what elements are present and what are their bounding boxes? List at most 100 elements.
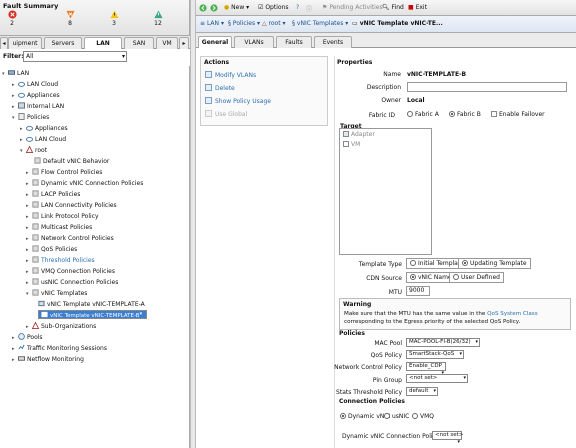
tree-item-lacp[interactable]: ▸ LACP Policies bbox=[26, 189, 80, 200]
new-button[interactable]: ● New ▾ bbox=[224, 4, 249, 11]
tree-item-multicast[interactable]: ▸ Multicast Policies bbox=[26, 222, 92, 233]
vmq-option[interactable]: VMQ bbox=[412, 413, 434, 420]
tree-item-link-protocol[interactable]: ▸ Link Protocol Policy bbox=[26, 211, 99, 222]
filter-select[interactable]: All ▾ bbox=[23, 51, 127, 62]
target-adapter[interactable]: Adapter bbox=[343, 131, 375, 138]
show-policy-usage-link[interactable]: Show Policy Usage bbox=[205, 97, 271, 105]
tree-item-pools[interactable]: ▸ Pools bbox=[12, 332, 43, 343]
breadcrumb-root[interactable]: △ root ▾ bbox=[262, 20, 286, 27]
tree-item-policy-lan-cloud[interactable]: ▸ LAN Cloud bbox=[20, 134, 66, 145]
tree-item-appliances[interactable]: ▸ Appliances bbox=[12, 90, 60, 101]
tree-item-threshold[interactable]: ▸ Threshold Policies bbox=[26, 255, 95, 266]
help-button[interactable]: ? bbox=[296, 4, 299, 11]
tab-faults[interactable]: Faults bbox=[276, 36, 312, 48]
tab-equipment[interactable]: uipment bbox=[8, 37, 42, 49]
pin-group-select[interactable]: <not set> bbox=[406, 374, 468, 383]
breadcrumb-policies[interactable]: § Policies ▾ bbox=[228, 20, 260, 27]
mac-pool-select[interactable]: MAC-POOL-FI-B(26/32) bbox=[406, 338, 480, 347]
fault-critical[interactable]: 2 bbox=[2, 10, 22, 27]
pending-activities-button[interactable]: ⚑ Pending Activities bbox=[322, 4, 383, 11]
tree-item-policies[interactable]: ▾ Policies bbox=[12, 112, 49, 123]
tree-item-template-b[interactable]: vNIC Template vNIC-TEMPLATE-B bbox=[38, 310, 148, 319]
exit-button[interactable]: ■ Exit bbox=[408, 4, 427, 11]
vmq-radio[interactable] bbox=[412, 413, 418, 419]
tree-item-lan-cloud[interactable]: ▸ LAN Cloud bbox=[12, 79, 58, 90]
tree-item-default-vnic[interactable]: Default vNIC Behavior bbox=[34, 156, 109, 167]
network-control-label: Network Control Policy bbox=[334, 364, 402, 371]
tree-item-network-control[interactable]: ▸ Network Control Policies bbox=[26, 233, 114, 244]
tab-servers[interactable]: Servers bbox=[44, 37, 82, 49]
tab-events[interactable]: Events bbox=[314, 36, 352, 48]
cloud-icon bbox=[26, 125, 33, 131]
tree-item-lan-connectivity[interactable]: ▸ LAN Connectivity Policies bbox=[26, 200, 117, 211]
back-icon[interactable] bbox=[199, 4, 207, 14]
enable-failover-checkbox[interactable] bbox=[491, 111, 497, 117]
tree-item-internal-lan[interactable]: ▸ Internal LAN bbox=[12, 101, 64, 112]
enable-failover-option[interactable]: Enable Failover bbox=[491, 111, 545, 118]
usnic-option[interactable]: usNIC bbox=[384, 413, 409, 420]
tree-item-root[interactable]: ▾ root bbox=[20, 145, 47, 156]
tree-item-dynamic-vnic[interactable]: ▸ Dynamic vNIC Connection Policies bbox=[26, 178, 143, 189]
tree-item-qos[interactable]: ▸ QoS Policies bbox=[26, 244, 77, 255]
tab-vm[interactable]: VM bbox=[156, 37, 178, 49]
tree-item-lan[interactable]: ▾ LAN bbox=[2, 68, 29, 79]
tab-san[interactable]: SAN bbox=[124, 37, 154, 49]
fault-major[interactable]: 8 bbox=[60, 10, 80, 27]
tree-item-template-a[interactable]: vNIC Template vNIC-TEMPLATE-A bbox=[38, 299, 145, 310]
description-input[interactable] bbox=[407, 82, 567, 92]
qos-system-class-link[interactable]: QoS System Class bbox=[487, 311, 538, 317]
tab-vlans[interactable]: VLANs bbox=[234, 36, 274, 48]
fabric-b-option[interactable]: Fabric B bbox=[449, 111, 481, 118]
mtu-input[interactable]: 9000 bbox=[406, 286, 430, 296]
dynamic-vnic-option[interactable]: Dynamic vNIC bbox=[340, 413, 390, 420]
target-vm[interactable]: VM bbox=[343, 141, 360, 148]
delete-link[interactable]: Delete bbox=[205, 84, 235, 92]
updating-template-option[interactable]: Updating Template bbox=[458, 258, 531, 269]
breadcrumb-vnic-templates[interactable]: § vNIC Templates ▾ bbox=[292, 20, 348, 27]
tree-item-traffic[interactable]: ▸ Traffic Monitoring Sessions bbox=[12, 343, 107, 354]
find-button[interactable]: 🔍︎ Find bbox=[382, 4, 404, 11]
fault-minor[interactable]: 3 bbox=[104, 10, 124, 27]
qos-policy-select[interactable]: SmartStack-QoS bbox=[406, 350, 464, 359]
tab-lan[interactable]: LAN bbox=[84, 37, 122, 49]
modify-vlans-link[interactable]: Modify VLANs bbox=[205, 71, 256, 79]
tree-item-sub-orgs[interactable]: ▸ Sub-Organizations bbox=[26, 321, 96, 332]
fabric-a-radio[interactable] bbox=[407, 111, 413, 117]
fabric-a-option[interactable]: Fabric A bbox=[407, 111, 439, 118]
user-defined-option[interactable]: User Defined bbox=[449, 272, 504, 283]
updating-template-radio[interactable] bbox=[462, 260, 468, 266]
fault-warning[interactable]: 12 bbox=[148, 10, 168, 27]
pending-icon: ⚑ bbox=[322, 4, 328, 11]
initial-template-radio[interactable] bbox=[410, 260, 416, 266]
adapter-checkbox[interactable] bbox=[343, 131, 349, 137]
user-defined-radio[interactable] bbox=[453, 274, 459, 280]
stats-threshold-select[interactable]: default bbox=[406, 387, 438, 396]
policy-icon bbox=[32, 289, 39, 296]
fabric-b-radio[interactable] bbox=[449, 111, 455, 117]
vnic-name-radio[interactable] bbox=[410, 274, 416, 280]
help-icon: ? bbox=[296, 4, 300, 11]
network-control-select[interactable]: Enable_CDP bbox=[406, 362, 446, 371]
mtu-label: MTU bbox=[388, 289, 402, 296]
tree-item-netflow[interactable]: ▸ Netflow Monitoring bbox=[12, 354, 84, 365]
major-icon bbox=[65, 10, 75, 19]
target-list[interactable]: Adapter VM bbox=[339, 128, 432, 255]
options-button[interactable]: ☑ Options bbox=[258, 4, 288, 11]
usnic-radio[interactable] bbox=[384, 413, 390, 419]
tree-item-vnic-templates[interactable]: ▾ vNIC Templates bbox=[26, 288, 87, 299]
info-button[interactable]: ⓘ bbox=[306, 4, 312, 13]
breadcrumb-lan[interactable]: ≡ LAN ▾ bbox=[200, 20, 224, 27]
network-icon bbox=[18, 102, 25, 109]
tab-general[interactable]: General bbox=[198, 36, 232, 48]
dynamic-vnic-radio[interactable] bbox=[340, 413, 346, 419]
tree-item-usnic[interactable]: ▸ usNIC Connection Policies bbox=[26, 277, 118, 288]
tab-scroll-left[interactable]: ◂ bbox=[0, 37, 8, 49]
forward-icon[interactable] bbox=[210, 4, 218, 14]
tree-item-policy-appliances[interactable]: ▸ Appliances bbox=[20, 123, 68, 134]
pane-splitter[interactable] bbox=[190, 0, 196, 448]
dynamic-vnic-connection-select[interactable]: <not set> bbox=[432, 431, 463, 440]
tree-item-vmq[interactable]: ▸ VMQ Connection Policies bbox=[26, 266, 115, 277]
vm-checkbox[interactable] bbox=[343, 141, 349, 147]
tree-item-flow-control[interactable]: ▸ Flow Control Policies bbox=[26, 167, 102, 178]
tab-scroll-right[interactable]: ▸ bbox=[179, 37, 189, 49]
